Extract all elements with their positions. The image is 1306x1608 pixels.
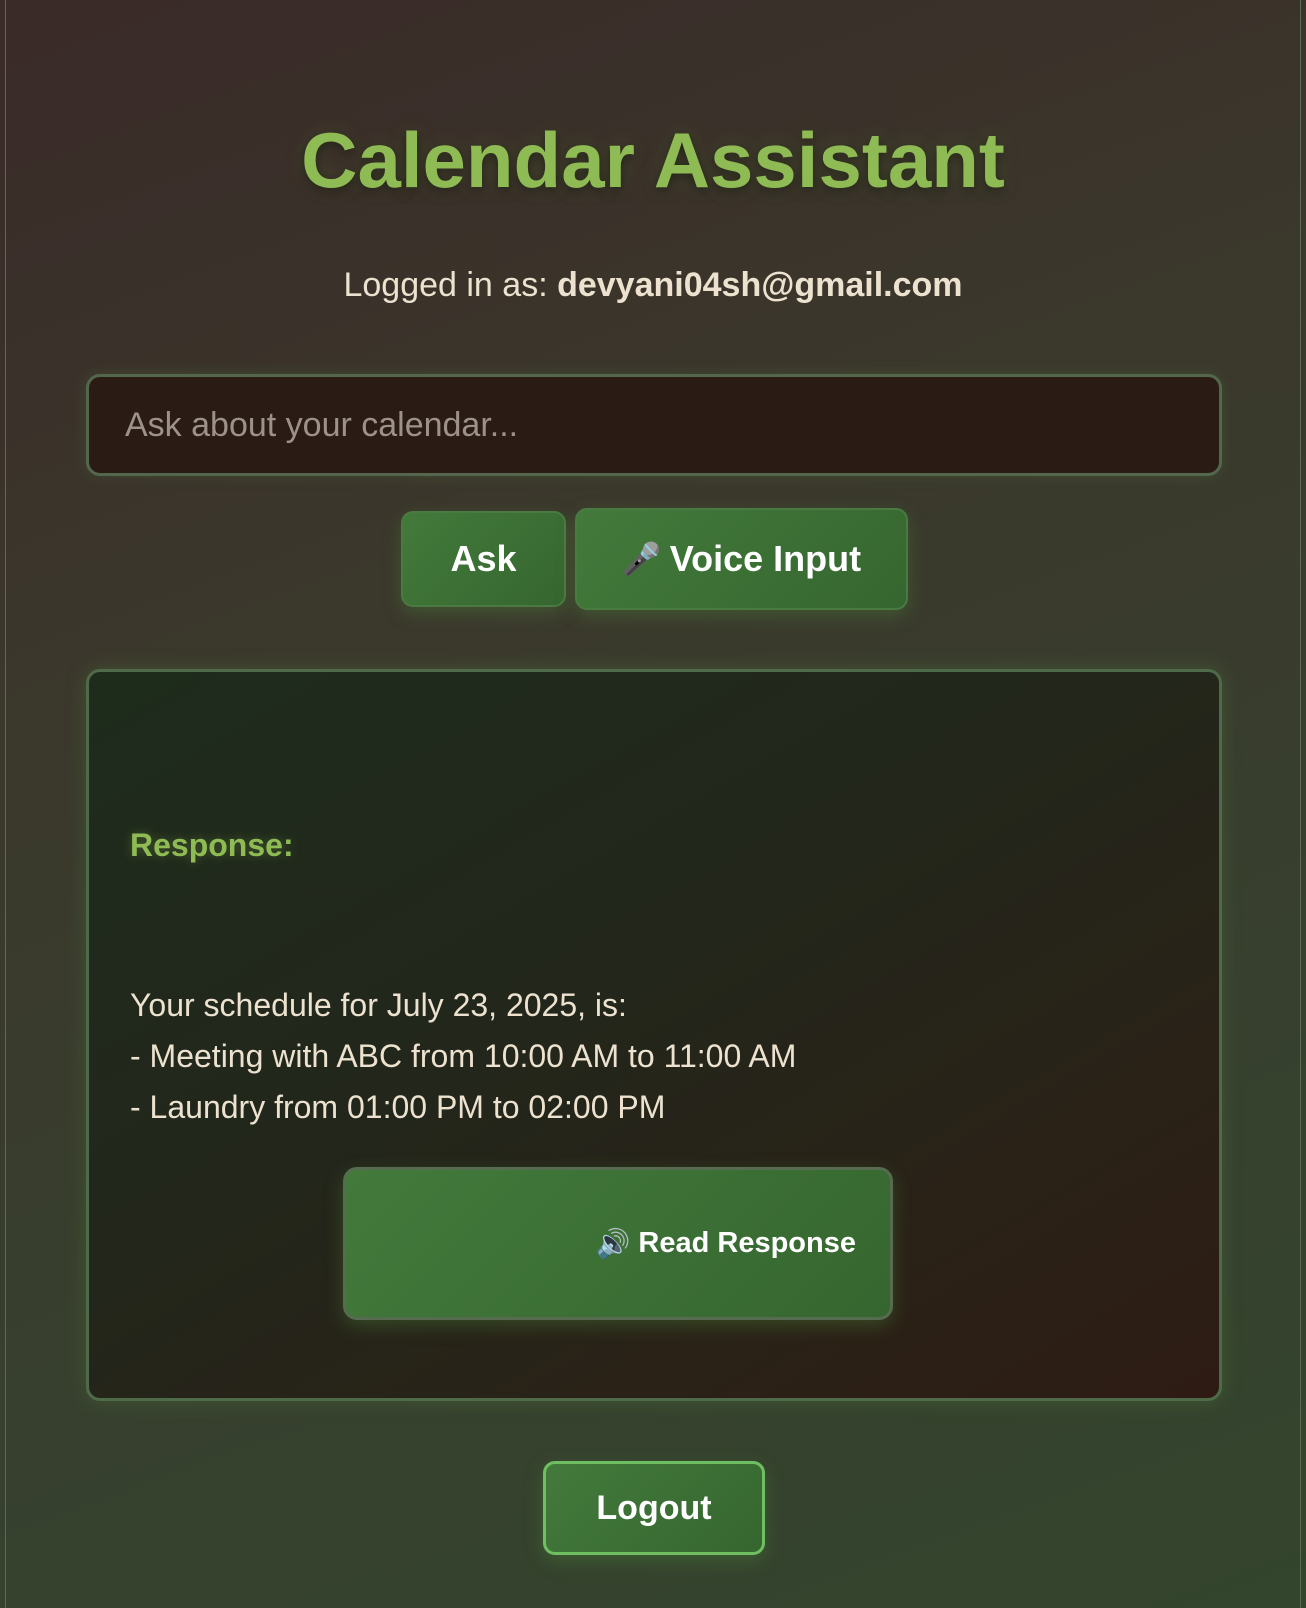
login-status: Logged in as: devyani04sh@gmail.com: [0, 262, 1306, 308]
logout-label: Logout: [596, 1488, 712, 1527]
response-line: - Meeting with ABC from 10:00 AM to 11:0…: [130, 1038, 797, 1074]
response-line: - Laundry from 01:00 PM to 02:00 PM: [130, 1089, 666, 1125]
read-response-label: Read Response: [638, 1227, 856, 1259]
ask-button[interactable]: Ask: [401, 511, 566, 607]
window-right-edge: [1300, 0, 1306, 1608]
voice-input-button[interactable]: 🎤 Voice Input: [575, 508, 908, 610]
read-response-button[interactable]: 🔊 Read Response: [343, 1167, 893, 1320]
speaker-icon: 🔊: [595, 1228, 631, 1259]
window-left-edge: [0, 0, 6, 1608]
response-body: Your schedule for July 23, 2025, is: - M…: [130, 980, 1170, 1133]
logout-button[interactable]: Logout: [543, 1461, 765, 1555]
user-email: devyani04sh@gmail.com: [557, 266, 963, 304]
response-line: Your schedule for July 23, 2025, is:: [130, 987, 627, 1023]
response-heading: Response:: [130, 827, 294, 863]
login-prefix: Logged in as:: [343, 266, 558, 304]
page-title: Calendar Assistant: [301, 116, 1005, 204]
ask-button-label: Ask: [450, 538, 517, 579]
calendar-query-input[interactable]: [86, 374, 1222, 476]
voice-input-label: Voice Input: [669, 538, 862, 579]
microphone-icon: 🎤: [621, 541, 662, 577]
